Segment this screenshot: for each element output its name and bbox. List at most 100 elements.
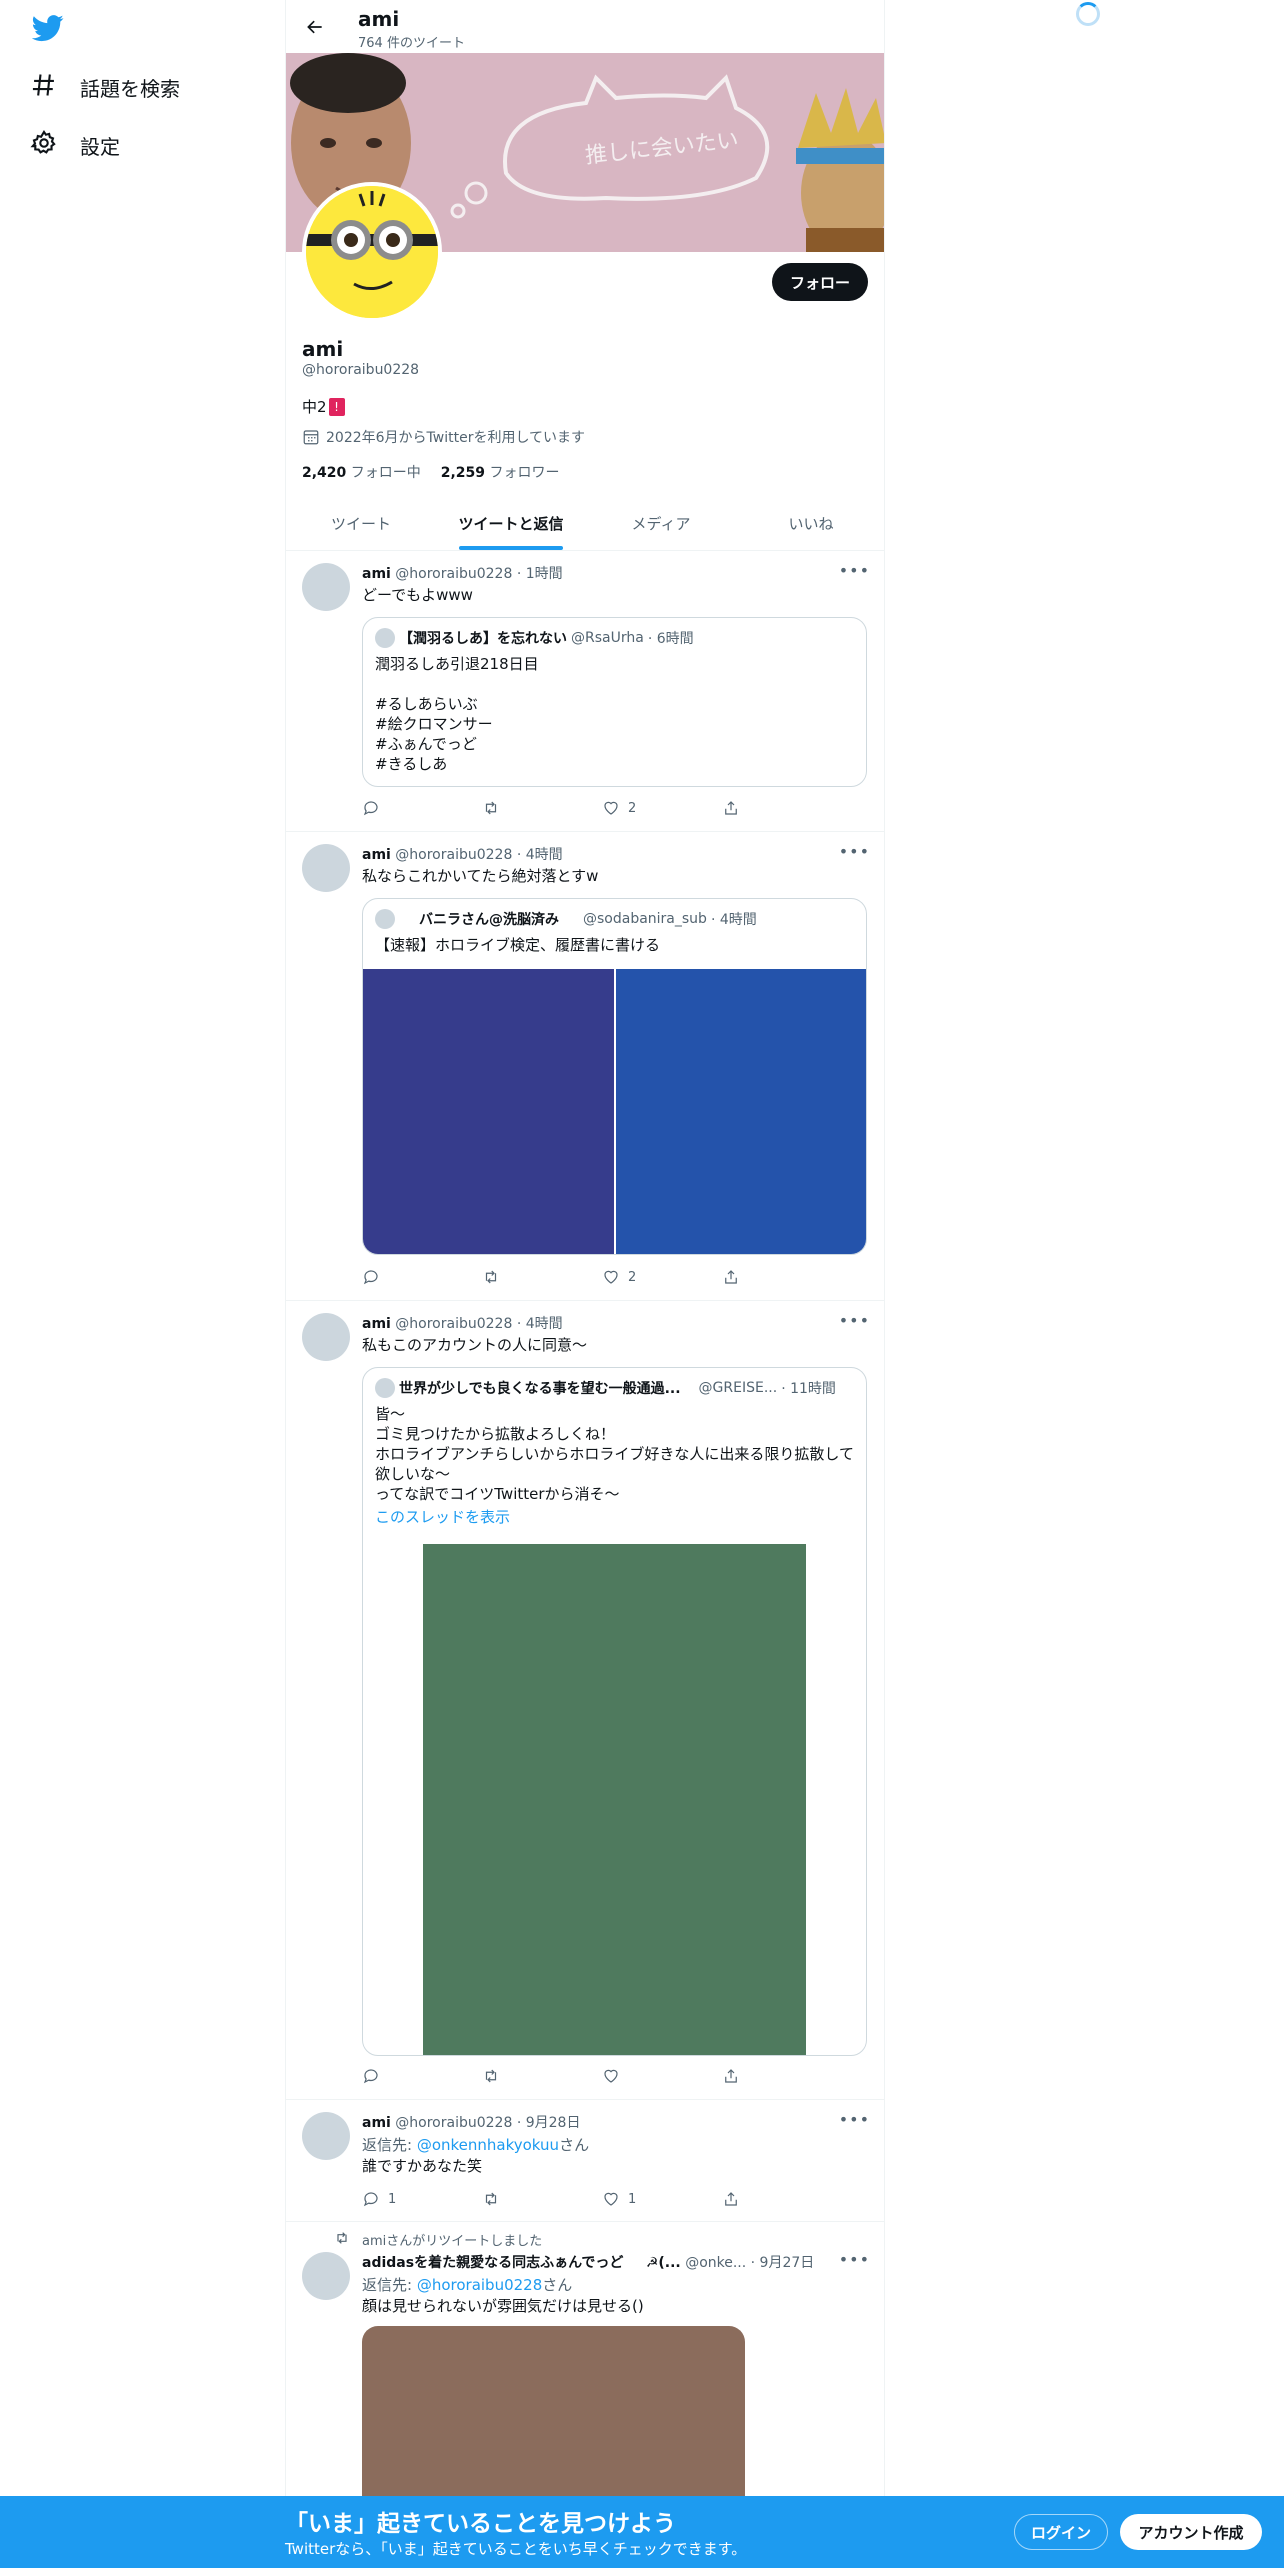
- hashtag-icon: [30, 71, 58, 103]
- tweet-time[interactable]: · 9月27日: [751, 2255, 815, 2271]
- more-options-icon[interactable]: •••: [839, 1311, 870, 1330]
- retweet-button[interactable]: [482, 799, 552, 817]
- quoted-tweet[interactable]: バニラさん@洗脳済み @sodabanira_sub · 4時間 【速報】ホロラ…: [362, 898, 867, 1255]
- share-button[interactable]: [722, 2190, 792, 2208]
- back-button[interactable]: [300, 12, 330, 42]
- avatar[interactable]: [302, 2252, 350, 2300]
- tweet-author-handle[interactable]: @onke...: [685, 2255, 746, 2271]
- profile-header: ami 764 件のツイート: [286, 0, 884, 53]
- tab-media[interactable]: メディア: [586, 497, 736, 550]
- tab-tweets-and-replies[interactable]: ツイートと返信: [436, 497, 586, 550]
- avatar[interactable]: [302, 844, 350, 892]
- retweet-button[interactable]: [482, 1268, 552, 1286]
- following-link[interactable]: 2,420 フォロー中: [302, 462, 421, 482]
- avatar[interactable]: [302, 1313, 350, 1361]
- bio-emoji: !: [328, 397, 345, 416]
- tweet-time[interactable]: · 9月28日: [517, 2115, 581, 2131]
- tweet-time[interactable]: · 4時間: [517, 1316, 563, 1332]
- tweet-author-name-extra[interactable]: ☭(...: [646, 2255, 681, 2271]
- tweet-text: どーでもよwww: [362, 586, 473, 604]
- quoted-image-right[interactable]: [616, 969, 866, 1254]
- retweeted-by-label[interactable]: amiさんがリツイートしました: [362, 2230, 542, 2249]
- quoted-image-left[interactable]: [363, 969, 614, 1254]
- quoted-tweet[interactable]: 【潤羽るしあ】を忘れない @RsaUrha · 6時間 潤羽るしあ引退218日目…: [362, 617, 867, 787]
- reply-button[interactable]: [362, 1268, 432, 1286]
- more-options-icon[interactable]: •••: [839, 561, 870, 580]
- tweet-author-handle[interactable]: @hororaibu0228: [395, 566, 512, 582]
- reply-icon: [363, 2069, 378, 2084]
- reply-context: 返信先: @hororaibu0228さん: [362, 2274, 572, 2295]
- reply-button[interactable]: [362, 799, 432, 817]
- reply-to-link[interactable]: @onkennhakyokuu: [417, 2136, 559, 2154]
- tweet[interactable]: ami @hororaibu0228 · 1時間 ••• どーでもよwww 【潤…: [286, 551, 884, 832]
- tweet[interactable]: ami @hororaibu0228 · 4時間 ••• 私ならこれかいてたら絶…: [286, 832, 884, 1301]
- profile-bio: 中2 !: [302, 396, 345, 417]
- reply-to-link[interactable]: @hororaibu0228: [417, 2276, 542, 2294]
- reply-button[interactable]: [362, 2067, 432, 2085]
- tweet-time[interactable]: · 4時間: [517, 847, 563, 863]
- tweet-author-name[interactable]: adidasを着た親愛なる同志ふぁんでっど: [362, 2255, 623, 2271]
- tweet-author-name[interactable]: ami: [362, 566, 391, 582]
- minion-avatar-image: [306, 186, 438, 318]
- like-count: 2: [628, 1269, 637, 1285]
- tweet-text: 私もこのアカウントの人に同意〜: [362, 1336, 588, 1354]
- joined-text: 2022年6月からTwitterを利用しています: [326, 430, 586, 446]
- reply-button[interactable]: 1: [362, 2190, 432, 2208]
- share-icon: [725, 2069, 737, 2083]
- retweet-button[interactable]: [482, 2190, 552, 2208]
- twitter-logo-icon[interactable]: [31, 12, 64, 44]
- tweet-time[interactable]: · 1時間: [517, 566, 563, 582]
- share-button[interactable]: [722, 799, 792, 817]
- signup-button[interactable]: アカウント作成: [1120, 2514, 1262, 2550]
- arrow-left-icon: [307, 20, 322, 34]
- tweet-text: 顔は見せられないが雰囲気だけは見せる(): [362, 2297, 644, 2315]
- like-button[interactable]: [602, 2067, 672, 2085]
- heart-icon: [604, 2069, 618, 2083]
- quoted-image[interactable]: [423, 1544, 806, 2055]
- avatar[interactable]: [302, 2112, 350, 2160]
- tweet-author-handle[interactable]: @hororaibu0228: [395, 1316, 512, 1332]
- tweet-author-handle[interactable]: @hororaibu0228: [395, 847, 512, 863]
- tweet-author-name[interactable]: ami: [362, 2115, 391, 2131]
- profile-avatar[interactable]: [302, 182, 442, 322]
- nav-explore[interactable]: 話題を検索: [30, 63, 180, 111]
- quoted-author-handle: @RsaUrha: [571, 630, 644, 646]
- share-button[interactable]: [722, 1268, 792, 1286]
- tweet[interactable]: ami @hororaibu0228 · 9月28日 ••• 返信先: @onk…: [286, 2100, 884, 2222]
- signup-banner-title: 「いま」起きていることを見つけよう: [285, 2511, 676, 2537]
- more-options-icon[interactable]: •••: [839, 2110, 870, 2129]
- profile-name: ami: [302, 337, 344, 361]
- avatar[interactable]: [302, 563, 350, 611]
- heart-icon: [604, 801, 618, 815]
- tweet-author-name[interactable]: ami: [362, 847, 391, 863]
- share-button[interactable]: [722, 2067, 792, 2085]
- quoted-tweet[interactable]: 世界が少しでも良くなる事を望む一般通過... @GREISE... · 11時間…: [362, 1367, 867, 2056]
- tab-tweets[interactable]: ツイート: [286, 497, 436, 550]
- tab-likes[interactable]: いいね: [736, 497, 884, 550]
- tweet-author-handle[interactable]: @hororaibu0228: [395, 2115, 512, 2131]
- retweet-button[interactable]: [482, 2067, 552, 2085]
- tweet-header: ami @hororaibu0228 · 4時間: [362, 1313, 563, 1333]
- like-count: 2: [628, 800, 637, 816]
- more-options-icon[interactable]: •••: [839, 2250, 870, 2269]
- heart-icon: [604, 1270, 618, 1284]
- loading-spinner-icon: [1076, 2, 1100, 26]
- login-button[interactable]: ログイン: [1014, 2514, 1108, 2550]
- signup-banner-subtitle: Twitterなら、「いま」起きていることをいち早くチェックできます。: [285, 2540, 747, 2558]
- quoted-tweet-header: バニラさん@洗脳済み @sodabanira_sub · 4時間: [375, 909, 757, 929]
- follow-button[interactable]: フォロー: [771, 263, 868, 301]
- show-thread-link[interactable]: このスレッドを表示: [375, 1506, 510, 1527]
- quoted-author-handle: @sodabanira_sub: [583, 911, 707, 927]
- retweet-icon: [334, 2230, 350, 2250]
- nav-settings[interactable]: 設定: [30, 121, 120, 169]
- avatar: [375, 1378, 395, 1398]
- tweet[interactable]: ami @hororaibu0228 · 4時間 ••• 私もこのアカウントの人…: [286, 1301, 884, 2100]
- profile-handle: @hororaibu0228: [302, 362, 420, 378]
- more-options-icon[interactable]: •••: [839, 842, 870, 861]
- followers-link[interactable]: 2,259 フォロワー: [441, 462, 560, 482]
- like-button[interactable]: 2: [602, 1268, 672, 1286]
- quoted-author-name: 【潤羽るしあ】を忘れない: [399, 631, 567, 647]
- like-button[interactable]: 1: [602, 2190, 672, 2208]
- like-button[interactable]: 2: [602, 799, 672, 817]
- tweet-author-name[interactable]: ami: [362, 1316, 391, 1332]
